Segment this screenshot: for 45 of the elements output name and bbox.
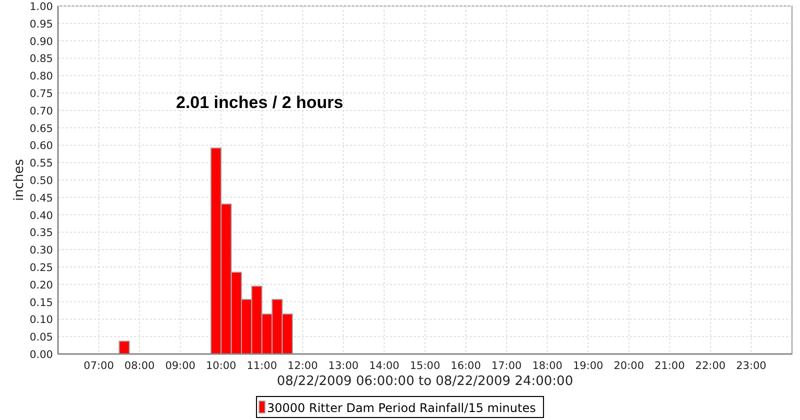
annotation: 2.01 inches / 2 hours	[176, 93, 344, 112]
tick-label: 0.55	[30, 158, 53, 170]
tick-label: 0.80	[30, 70, 53, 83]
tick-label: 10:00	[206, 360, 236, 372]
tick-label: 0.15	[30, 296, 53, 309]
tick-label: 0.65	[30, 122, 53, 135]
tick-label: 15:00	[410, 360, 440, 372]
tick-label: 13:00	[328, 360, 359, 372]
tick-label: 11:00	[246, 360, 278, 372]
tick-label: 0.25	[30, 262, 53, 274]
tick-label: 1.00	[30, 1, 53, 13]
bar	[282, 313, 293, 354]
tick-label: 0.90	[30, 36, 53, 48]
tick-label: 0.60	[30, 140, 53, 152]
tick-label: 12:00	[288, 360, 318, 372]
tick-label: 0.75	[30, 88, 53, 100]
tick-label: 14:00	[369, 360, 400, 372]
tick-label: 17:00	[491, 360, 522, 372]
tick-label: 0.20	[30, 279, 53, 292]
bar	[272, 298, 283, 354]
tick-label: 18:00	[532, 360, 562, 372]
tick-label: 09:00	[165, 360, 196, 372]
tick-label: 19:00	[572, 360, 604, 372]
tick-label: 0.85	[30, 53, 53, 66]
axis-title: 08/22/2009 06:00:00 to 08/22/2009 24:00:00	[276, 374, 574, 389]
tick-label: 0.40	[30, 210, 53, 222]
tick-label: 0.50	[30, 175, 53, 187]
tick-label: 23:00	[736, 360, 766, 372]
bar	[118, 340, 130, 354]
tick-label: 20:00	[614, 360, 644, 372]
tick-label: 21:00	[654, 360, 685, 372]
tick-label: 0.35	[30, 227, 53, 240]
tick-label: 08:00	[124, 360, 155, 372]
tick-label: 07:00	[84, 360, 114, 372]
tick-label: 0.45	[30, 192, 53, 204]
tick-label: 0.10	[30, 314, 53, 326]
legend-label: 30000 Ritter Dam Period Rainfall/15 minutes	[267, 401, 536, 415]
tick-label: 22:00	[695, 360, 726, 372]
tick-label: 0.30	[30, 244, 53, 257]
tick-label: 0.05	[30, 332, 53, 344]
axis-title: inches	[12, 159, 27, 201]
tick-label: 0.70	[30, 105, 53, 118]
tick-label: 0.95	[30, 18, 53, 30]
tick-label: 16:00	[450, 360, 481, 372]
tick-label: 0.00	[30, 349, 53, 361]
